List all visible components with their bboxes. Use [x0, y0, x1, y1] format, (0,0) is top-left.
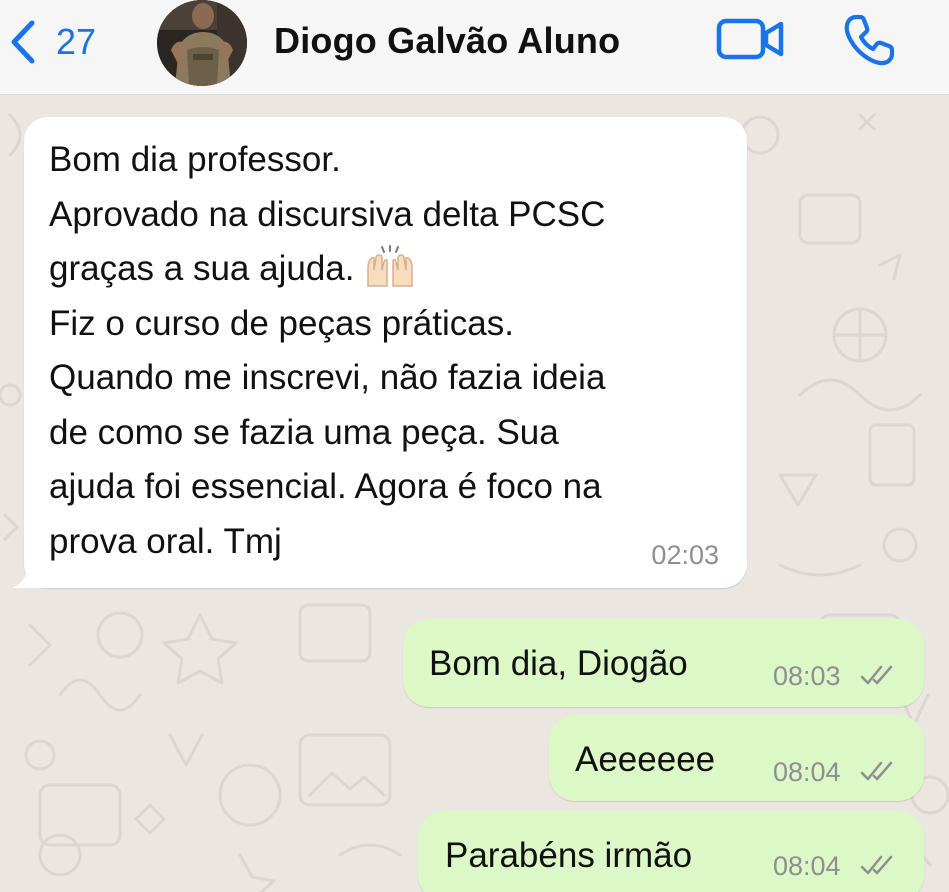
double-check-icon	[860, 855, 893, 875]
chevron-left-icon	[11, 20, 35, 64]
unread-count: 27	[56, 21, 97, 62]
contact-name[interactable]: Diogo Galvão Aluno	[274, 20, 620, 62]
outgoing-message[interactable]: Aeeeeee 08:04	[549, 715, 924, 801]
avatar[interactable]	[157, 0, 247, 86]
incoming-message[interactable]: Bom dia professor. Aprovado na discursiv…	[12, 117, 747, 588]
video-call-icon[interactable]	[716, 16, 786, 62]
avatar-photo	[157, 0, 247, 86]
message-text-part-2: Fiz o curso de peças práticas. Quando me…	[49, 303, 606, 561]
bubble-tail	[12, 552, 48, 588]
message-text: Aeeeeee	[575, 740, 716, 779]
chat-header: 27 Diogo Galvão Aluno	[0, 0, 949, 95]
message-text: Bom dia, Diogão	[429, 644, 688, 683]
message-time: 08:03	[773, 661, 841, 691]
outgoing-message[interactable]: Bom dia, Diogão 08:03	[403, 619, 924, 707]
chat-area[interactable]: Bom dia professor. Aprovado na discursiv…	[0, 95, 949, 892]
message-text: Bom dia professor. Aprovado na discursiv…	[49, 133, 739, 569]
message-text-part-1: Bom dia professor. Aprovado na discursiv…	[49, 140, 606, 288]
outgoing-message[interactable]: Parabéns irmão 08:04	[418, 811, 924, 892]
phone-call-icon[interactable]	[842, 12, 898, 68]
message-time: 08:04	[773, 757, 841, 787]
double-check-icon	[860, 665, 893, 685]
message-text: Parabéns irmão	[445, 836, 693, 875]
double-check-icon	[860, 761, 893, 781]
message-time: 08:04	[773, 851, 841, 881]
raising-hands-emoji	[367, 245, 414, 287]
message-time: 02:03	[651, 540, 719, 570]
back-button[interactable]: 27	[6, 18, 96, 66]
